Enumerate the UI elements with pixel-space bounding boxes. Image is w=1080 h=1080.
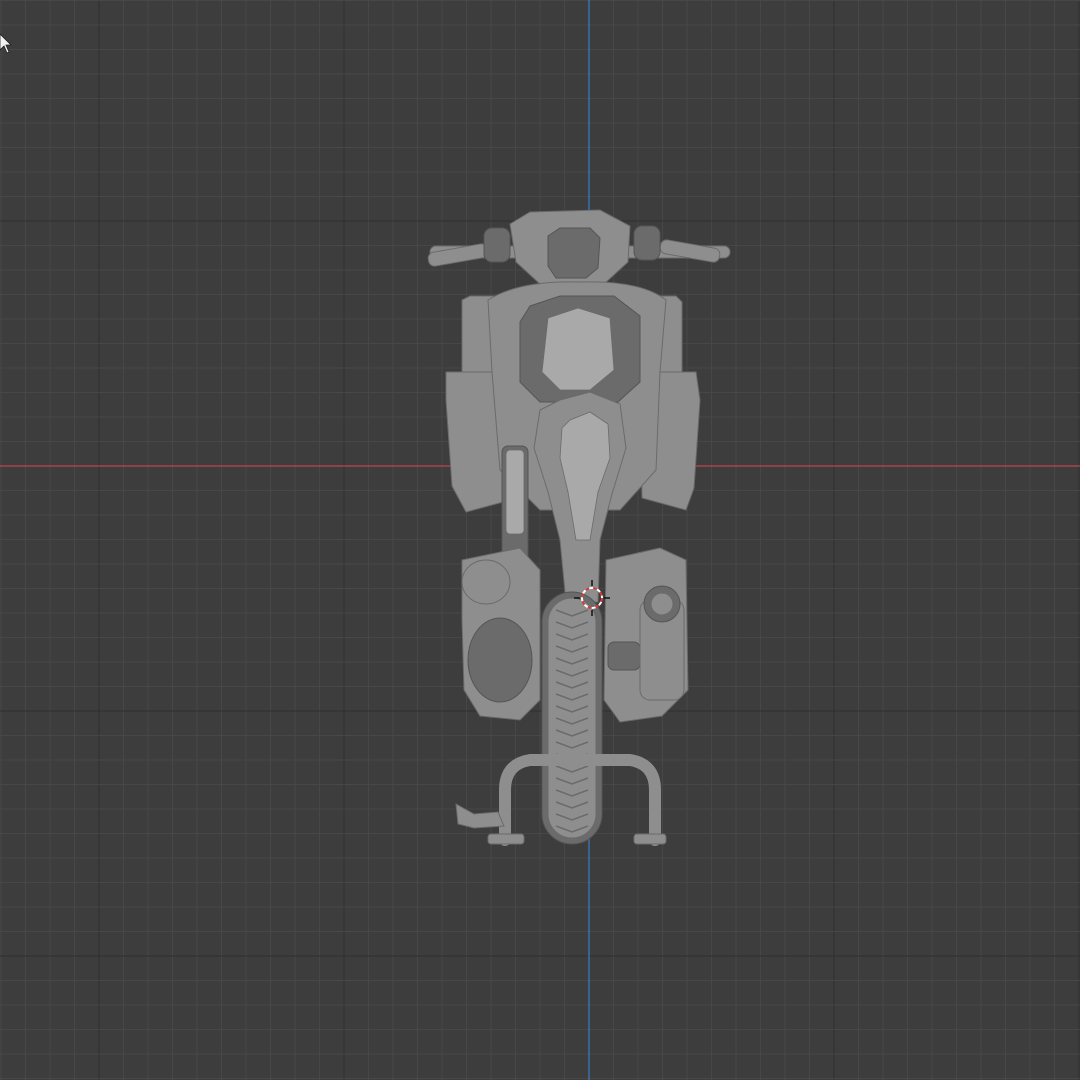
3d-viewport[interactable] [0,0,1080,1080]
rear-wheel [541,591,603,845]
air-filter [461,559,511,605]
headset-center [547,227,601,279]
hub-bolt [607,641,641,671]
left-switch-housing [483,227,511,263]
engine-cover [467,617,533,703]
seat-back-highlight [541,307,615,391]
viewport-canvas [0,0,1080,1080]
right-switch-housing [633,225,661,261]
exhaust-muffler [639,585,685,701]
